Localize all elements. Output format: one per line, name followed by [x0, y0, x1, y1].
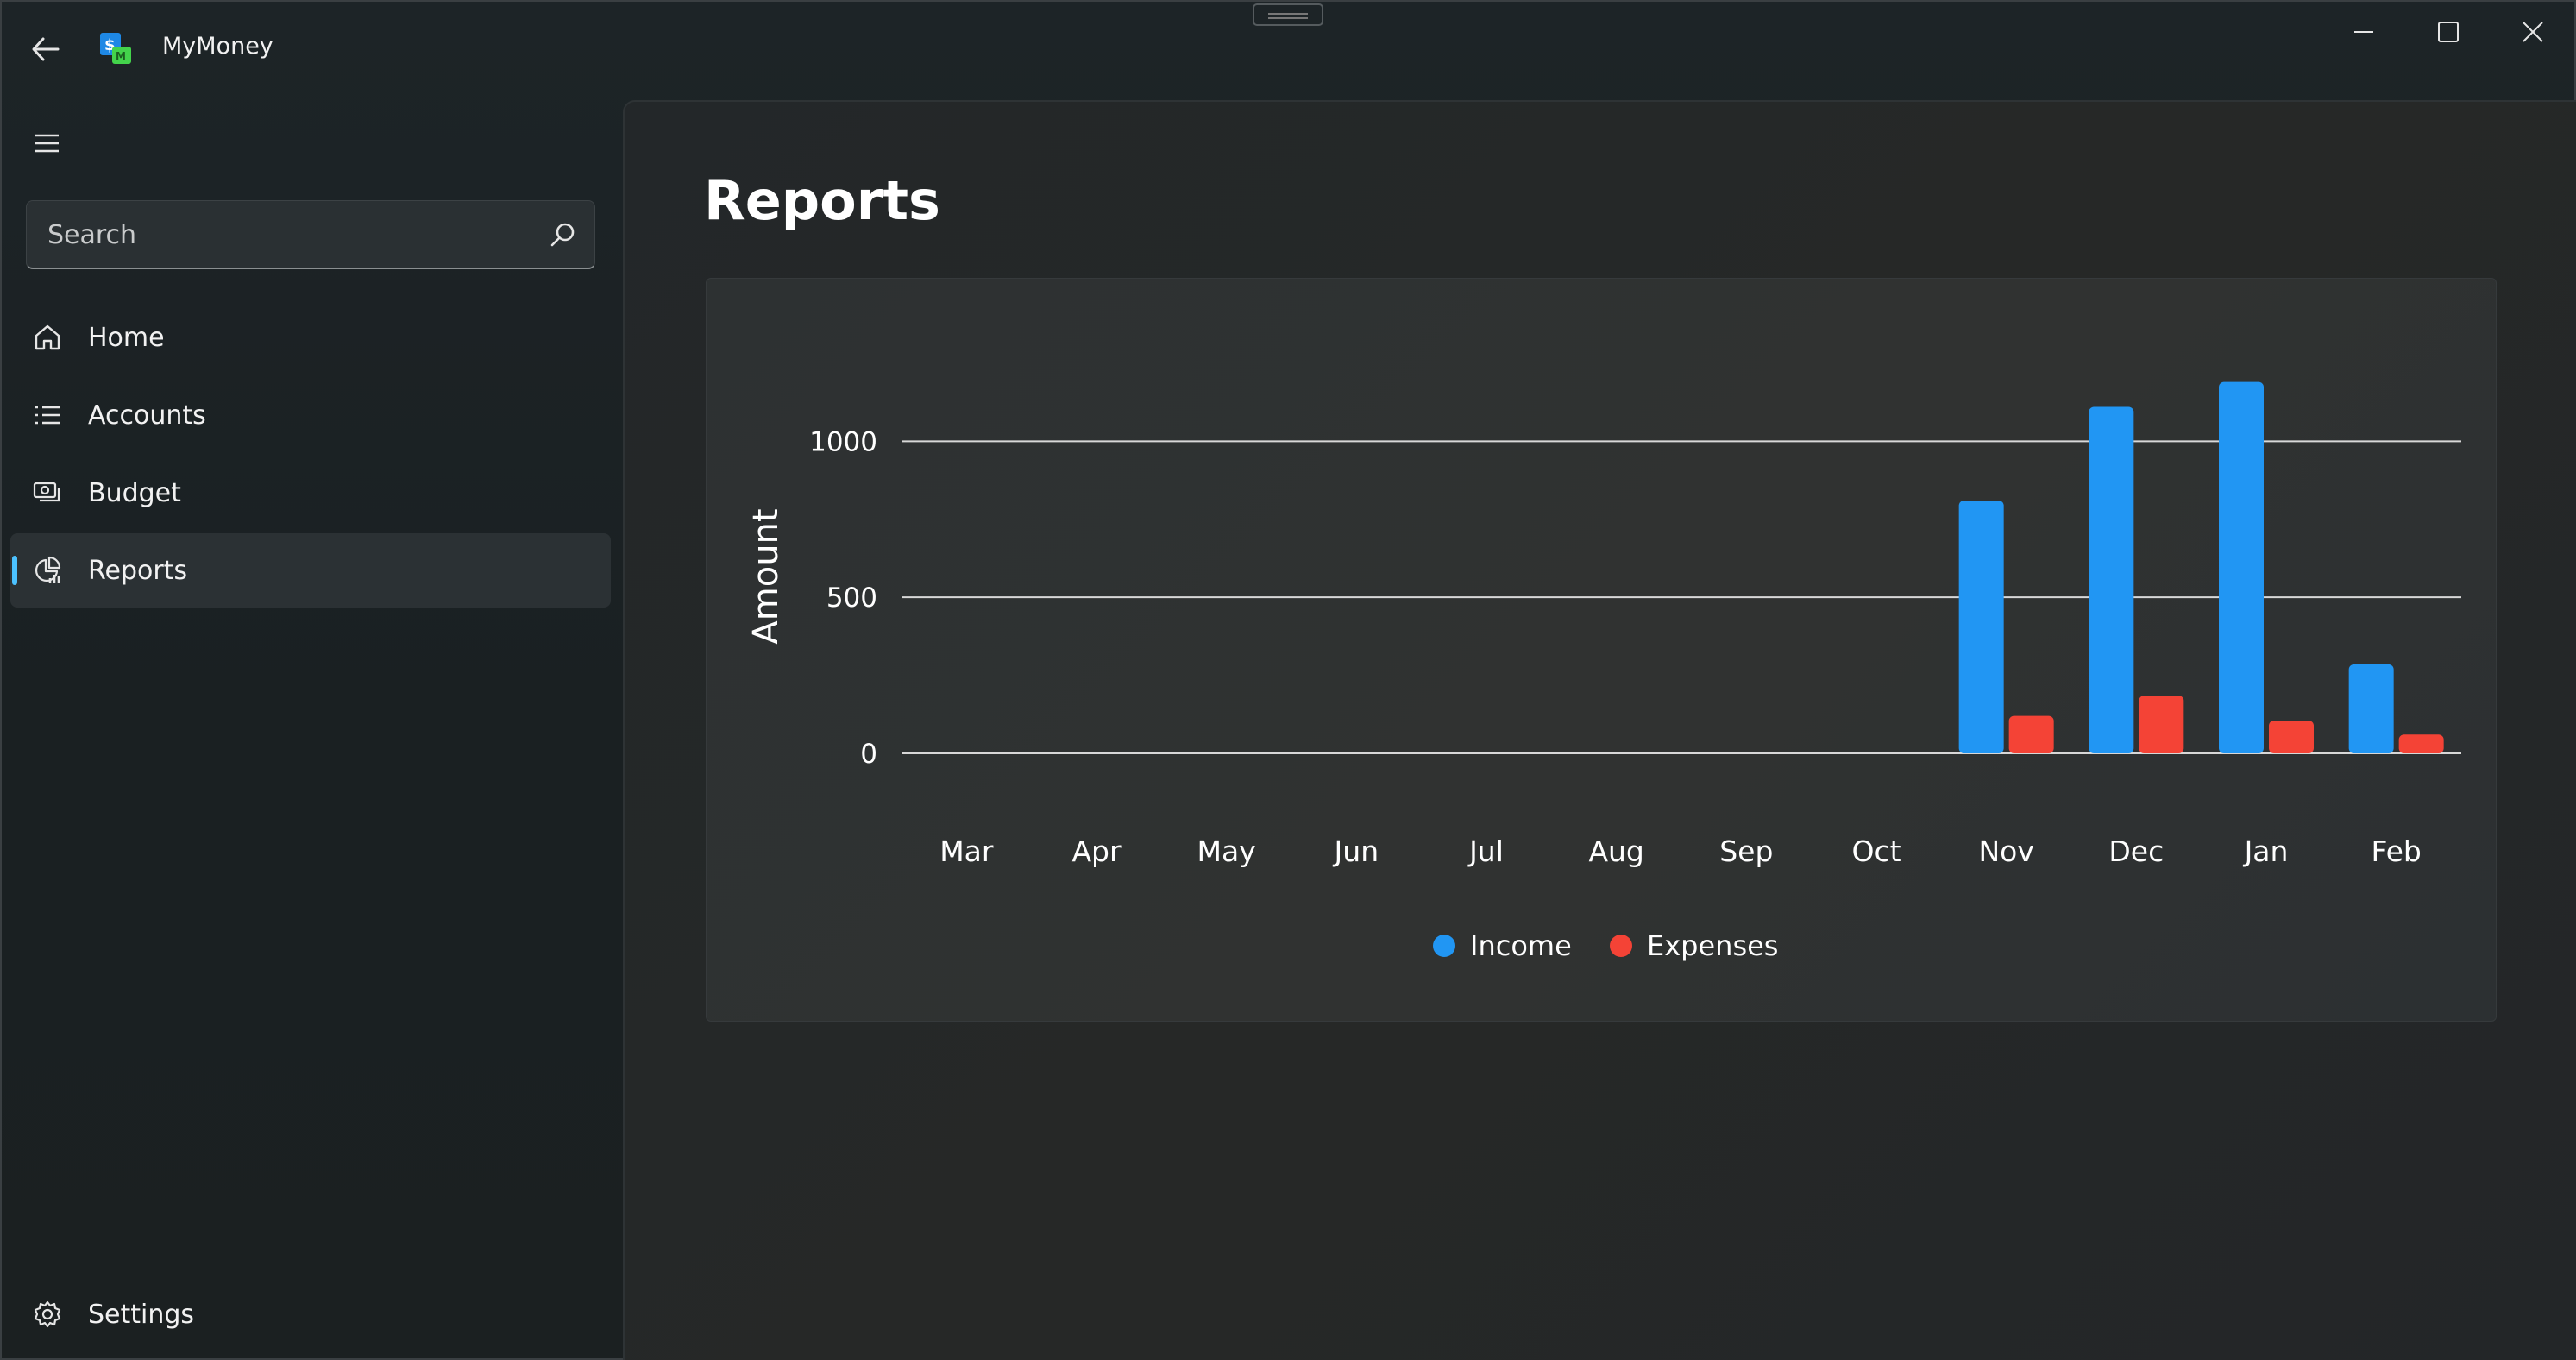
sidebar-item-settings[interactable]: Settings [10, 1277, 611, 1351]
gear-icon [34, 1300, 61, 1328]
sidebar-item-label: Budget [88, 477, 181, 508]
x-tick-label: Apr [1071, 834, 1122, 868]
bar-income-nov [1958, 501, 2004, 753]
sidebar-item-accounts[interactable]: Accounts [10, 378, 611, 452]
bar-expenses-nov [2008, 715, 2054, 753]
maximize-icon [2438, 22, 2459, 42]
bar-income-jan [2219, 381, 2264, 753]
bar-expenses-dec [2139, 696, 2184, 753]
back-button[interactable] [19, 24, 72, 74]
search-icon[interactable] [548, 220, 579, 251]
x-tick-label: Aug [1588, 834, 1643, 868]
close-button[interactable] [2491, 2, 2574, 62]
x-tick-label: Sep [1719, 834, 1773, 868]
pie-chart-icon [35, 556, 61, 583]
sidebar-item-home[interactable]: Home [10, 300, 611, 375]
y-axis-label: Amount [746, 508, 786, 644]
sidebar-item-label: Home [88, 322, 165, 353]
y-tick-label: 500 [826, 582, 877, 614]
legend-label-income: Income [1470, 929, 1572, 962]
legend-marker-income [1433, 935, 1455, 957]
y-tick-label: 0 [860, 739, 877, 770]
page-title: Reports [704, 169, 940, 232]
x-tick-label: Jan [2243, 834, 2289, 868]
app-logo-icon: $ M [98, 31, 133, 66]
app-title: MyMoney [162, 33, 273, 60]
sidebar-item-label: Settings [88, 1299, 195, 1330]
drag-handle[interactable] [1253, 3, 1323, 26]
money-icon [33, 482, 60, 502]
sidebar-item-label: Accounts [88, 400, 206, 431]
menu-toggle-button[interactable] [21, 117, 72, 169]
search-box[interactable] [26, 200, 595, 269]
title-bar: $ M MyMoney [2, 2, 2574, 97]
x-tick-label: Mar [939, 834, 994, 868]
minimize-button[interactable] [2322, 2, 2405, 62]
x-tick-label: Feb [2371, 834, 2421, 868]
app-window: $ M MyMoney Search Home Accounts Budget … [0, 0, 2576, 1360]
y-tick-label: 1000 [809, 426, 877, 457]
bar-expenses-jan [2269, 721, 2314, 753]
x-tick-label: May [1197, 834, 1256, 868]
minimize-icon [2354, 31, 2373, 33]
arrow-left-icon [32, 37, 60, 61]
chart-card: 0 500 1000 Amount Mar Apr May Jun Jul Aug Sep Oct No… [706, 278, 2497, 1022]
x-tick-label: Dec [2108, 834, 2164, 868]
home-icon [35, 324, 60, 350]
close-icon [2523, 22, 2543, 42]
search-input[interactable] [47, 213, 531, 256]
hamburger-menu-icon [35, 134, 59, 153]
x-tick-label: Jul [1467, 834, 1504, 868]
sidebar-item-label: Reports [88, 555, 188, 586]
x-tick-label: Oct [1851, 834, 1901, 868]
list-icon [35, 406, 60, 425]
legend-label-expenses: Expenses [1647, 929, 1778, 962]
svg-text:M: M [116, 50, 126, 62]
bar-expenses-feb [2398, 734, 2444, 753]
bar-income-feb [2348, 664, 2394, 753]
sidebar-item-budget[interactable]: Budget [10, 456, 611, 530]
sidebar-item-reports[interactable]: Reports [10, 533, 611, 608]
main-content: Reports 0 500 1000 Amount Mar Apr May Jun Jul Aug… [623, 100, 2576, 1360]
maximize-button[interactable] [2407, 2, 2490, 62]
legend-marker-expenses [1610, 935, 1632, 957]
x-tick-label: Nov [1978, 834, 2033, 868]
x-tick-label: Jun [1333, 834, 1379, 868]
bar-income-dec [2089, 406, 2134, 753]
sidebar: Home Accounts Budget [2, 97, 623, 1360]
nav-list: Home Accounts Budget Reports [10, 300, 611, 611]
income-expenses-chart: 0 500 1000 Amount Mar Apr May Jun Jul Aug Sep Oct No… [746, 381, 2461, 962]
